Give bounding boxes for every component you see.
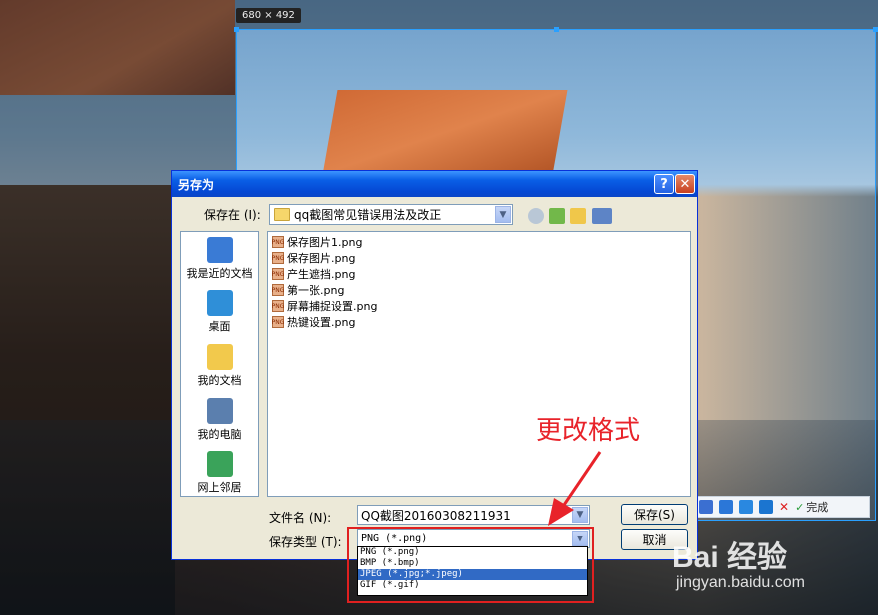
folder-icon [274, 208, 290, 221]
file-item[interactable]: PNG 屏幕捕捉设置.png [272, 298, 377, 314]
place-recent[interactable]: 我是近的文档 [181, 237, 258, 281]
annotation-text: 更改格式 [536, 416, 641, 446]
dialog-title: 另存为 [178, 177, 215, 192]
check-icon: ✓ [795, 500, 805, 514]
place-network[interactable]: 网上邻居 [181, 451, 258, 495]
annotation-highlight-box [347, 527, 594, 603]
png-file-icon: PNG [272, 252, 284, 264]
file-item[interactable]: PNG 保存图片1.png [272, 234, 362, 250]
filetype-label: 保存类型 (T): [269, 535, 342, 549]
png-file-icon: PNG [272, 268, 284, 280]
save-in-combo[interactable]: qq截图常见错误用法及改正 ▼ [269, 204, 513, 225]
network-icon [206, 451, 233, 477]
capture-dim-top [237, 0, 878, 30]
desktop-icon [206, 290, 233, 316]
file-list[interactable]: PNG 保存图片1.png PNG 保存图片.png PNG 产生遮挡.png PNG… [267, 231, 691, 497]
place-my-documents[interactable]: 我的文档 [181, 344, 258, 388]
cancel-capture-icon[interactable]: ✕ [779, 500, 789, 514]
up-folder-icon[interactable] [549, 208, 565, 224]
my-documents-icon [206, 344, 233, 370]
selection-size-label: 680 × 492 [236, 8, 301, 23]
annotation-arrow-icon [548, 451, 602, 526]
png-file-icon: PNG [272, 316, 284, 328]
place-desktop[interactable]: 桌面 [181, 290, 258, 334]
share-icon[interactable] [739, 500, 753, 514]
places-bar: 我是近的文档 桌面 我的文档 我的电脑 网上邻居 [180, 231, 259, 497]
save-in-value: qq截图常见错误用法及改正 [294, 208, 442, 222]
print-icon[interactable] [699, 500, 713, 514]
selection-handle-top[interactable] [554, 27, 559, 32]
back-icon[interactable] [528, 208, 544, 224]
png-file-icon: PNG [272, 300, 284, 312]
done-button[interactable]: ✓ 完成 [795, 499, 828, 515]
save-as-dialog: 另存为 ? ✕ 保存在 (I): qq截图常见错误用法及改正 ▼ 我是近的文档 … [171, 170, 698, 560]
baidu-watermark: Bai 经验 [672, 541, 788, 574]
place-my-computer[interactable]: 我的电脑 [181, 398, 258, 442]
view-menu-icon[interactable] [592, 208, 612, 224]
save-in-label: 保存在 (I): [204, 208, 261, 222]
screen-icon[interactable] [719, 500, 733, 514]
png-file-icon: PNG [272, 284, 284, 296]
close-button[interactable]: ✕ [675, 174, 695, 194]
baidu-watermark-url: jingyan.baidu.com [676, 574, 805, 591]
filename-value: QQ截图20160308211931 [361, 508, 511, 523]
file-item[interactable]: PNG 热键设置.png [272, 314, 355, 330]
recent-docs-icon [206, 237, 233, 263]
file-item[interactable]: PNG 保存图片.png [272, 250, 355, 266]
save-button[interactable]: 保存(S) [621, 504, 688, 525]
dialog-titlebar[interactable]: 另存为 [172, 171, 697, 197]
png-file-icon: PNG [272, 236, 284, 248]
file-item[interactable]: PNG 产生遮挡.png [272, 266, 355, 282]
file-item[interactable]: PNG 第一张.png [272, 282, 344, 298]
new-folder-icon[interactable] [570, 208, 586, 224]
capture-toolbar: ✕ ✓ 完成 [694, 496, 870, 518]
chevron-down-icon[interactable]: ▼ [495, 206, 511, 223]
bookmark-icon[interactable] [759, 500, 773, 514]
filename-label: 文件名 (N): [269, 511, 332, 525]
my-computer-icon [206, 398, 233, 424]
help-button[interactable]: ? [654, 174, 674, 194]
selection-handle-tl[interactable] [234, 27, 239, 32]
selection-handle-tr[interactable] [873, 27, 878, 32]
